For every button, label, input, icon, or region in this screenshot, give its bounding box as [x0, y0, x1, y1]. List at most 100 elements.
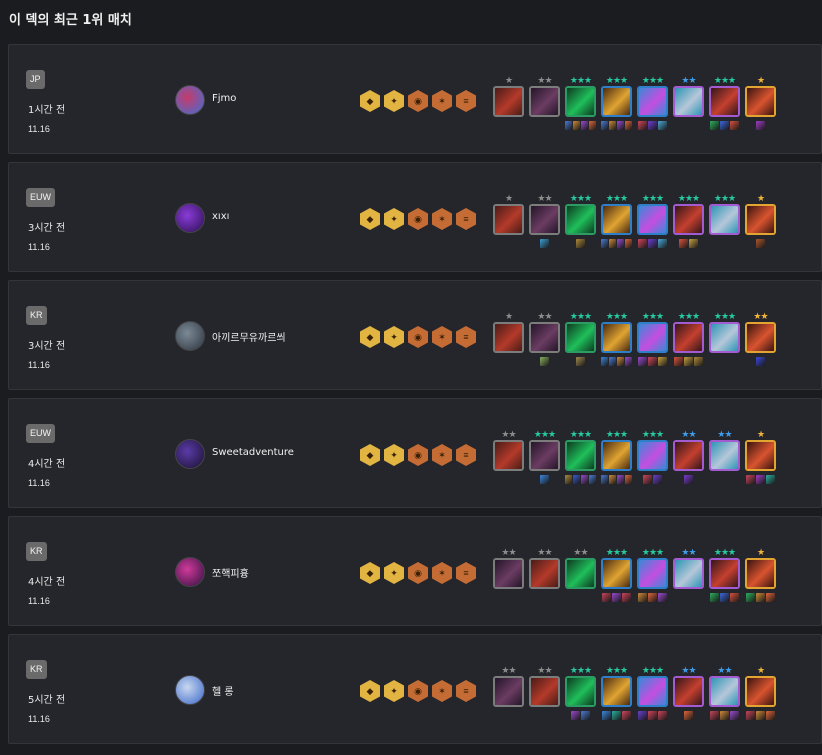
unit[interactable]: ★ — [745, 665, 776, 737]
item-icon[interactable] — [658, 593, 667, 602]
unit[interactable]: ★★ — [493, 547, 524, 619]
item-icon[interactable] — [694, 357, 703, 366]
item-icon[interactable] — [684, 357, 693, 366]
item-icon[interactable] — [756, 475, 765, 484]
match-row[interactable]: KR 3시간 전 11.16 아끼르무유까르씌 ◆ ✦ ◉ ✶ ≡ ★ ★★ ★★★ ★★★ ★★★ ★★★… — [8, 280, 822, 390]
unit[interactable]: ★★★ — [637, 193, 668, 265]
champion-portrait[interactable] — [709, 676, 740, 707]
champion-portrait[interactable] — [601, 558, 632, 589]
item-icon[interactable] — [612, 711, 621, 720]
item-icon[interactable] — [625, 357, 632, 366]
unit[interactable]: ★★★ — [673, 311, 704, 383]
champion-portrait[interactable] — [529, 440, 560, 471]
item-icon[interactable] — [625, 239, 632, 248]
item-icon[interactable] — [746, 475, 755, 484]
item-icon[interactable] — [756, 239, 765, 248]
item-icon[interactable] — [756, 357, 765, 366]
player-name[interactable]: 쪼핵피흉 — [212, 565, 249, 580]
item-icon[interactable] — [648, 711, 657, 720]
champion-portrait[interactable] — [529, 676, 560, 707]
champion-portrait[interactable] — [493, 204, 524, 235]
champion-portrait[interactable] — [529, 322, 560, 353]
unit[interactable]: ★★ — [673, 547, 704, 619]
item-icon[interactable] — [565, 121, 572, 130]
item-icon[interactable] — [689, 239, 698, 248]
unit[interactable]: ★★ — [529, 547, 560, 619]
champion-portrait[interactable] — [745, 676, 776, 707]
item-icon[interactable] — [756, 593, 765, 602]
unit[interactable]: ★★★ — [565, 75, 596, 147]
unit[interactable]: ★★★ — [709, 75, 740, 147]
item-icon[interactable] — [658, 357, 667, 366]
item-icon[interactable] — [730, 711, 739, 720]
item-icon[interactable] — [766, 711, 775, 720]
item-icon[interactable] — [658, 121, 667, 130]
item-icon[interactable] — [679, 239, 688, 248]
player-name[interactable]: 아끼르무유까르씌 — [212, 329, 286, 344]
unit[interactable]: ★★★ — [565, 193, 596, 265]
unit[interactable]: ★★★ — [709, 547, 740, 619]
item-icon[interactable] — [617, 475, 624, 484]
unit[interactable]: ★★★ — [709, 193, 740, 265]
champion-portrait[interactable] — [673, 676, 704, 707]
champion-portrait[interactable] — [529, 204, 560, 235]
champion-portrait[interactable] — [709, 204, 740, 235]
champion-portrait[interactable] — [673, 86, 704, 117]
item-icon[interactable] — [658, 711, 667, 720]
item-icon[interactable] — [710, 121, 719, 130]
item-icon[interactable] — [730, 121, 739, 130]
unit[interactable]: ★★★ — [601, 193, 632, 265]
unit[interactable]: ★★★ — [637, 665, 668, 737]
unit[interactable]: ★★★ — [565, 429, 596, 501]
item-icon[interactable] — [638, 239, 647, 248]
champion-portrait[interactable] — [601, 322, 632, 353]
item-icon[interactable] — [648, 121, 657, 130]
player-avatar[interactable] — [175, 85, 205, 115]
item-icon[interactable] — [622, 711, 631, 720]
player-name[interactable]: 헬 롱 — [212, 683, 234, 698]
item-icon[interactable] — [638, 357, 647, 366]
champion-portrait[interactable] — [493, 440, 524, 471]
item-icon[interactable] — [576, 239, 585, 248]
champion-portrait[interactable] — [709, 440, 740, 471]
item-icon[interactable] — [609, 239, 616, 248]
champion-portrait[interactable] — [709, 322, 740, 353]
unit[interactable]: ★★ — [493, 429, 524, 501]
item-icon[interactable] — [625, 475, 632, 484]
item-icon[interactable] — [617, 357, 624, 366]
champion-portrait[interactable] — [565, 676, 596, 707]
item-icon[interactable] — [730, 593, 739, 602]
unit[interactable]: ★ — [745, 193, 776, 265]
item-icon[interactable] — [581, 711, 590, 720]
item-icon[interactable] — [638, 121, 647, 130]
unit[interactable]: ★★★ — [709, 311, 740, 383]
item-icon[interactable] — [617, 121, 624, 130]
item-icon[interactable] — [540, 239, 549, 248]
unit[interactable]: ★ — [745, 429, 776, 501]
item-icon[interactable] — [720, 711, 729, 720]
champion-portrait[interactable] — [601, 204, 632, 235]
item-icon[interactable] — [643, 475, 652, 484]
item-icon[interactable] — [609, 357, 616, 366]
champion-portrait[interactable] — [673, 204, 704, 235]
player-name[interactable]: Sweetadventure — [212, 447, 294, 458]
champion-portrait[interactable] — [601, 86, 632, 117]
champion-portrait[interactable] — [673, 440, 704, 471]
item-icon[interactable] — [589, 121, 596, 130]
champion-portrait[interactable] — [745, 440, 776, 471]
unit[interactable]: ★★★ — [601, 311, 632, 383]
champion-portrait[interactable] — [529, 558, 560, 589]
item-icon[interactable] — [612, 593, 621, 602]
item-icon[interactable] — [648, 239, 657, 248]
champion-portrait[interactable] — [601, 676, 632, 707]
champion-portrait[interactable] — [493, 322, 524, 353]
champion-portrait[interactable] — [565, 86, 596, 117]
unit[interactable]: ★ — [493, 193, 524, 265]
unit[interactable]: ★ — [493, 75, 524, 147]
champion-portrait[interactable] — [565, 440, 596, 471]
unit[interactable]: ★ — [493, 311, 524, 383]
item-icon[interactable] — [674, 357, 683, 366]
champion-portrait[interactable] — [637, 86, 668, 117]
champion-portrait[interactable] — [709, 86, 740, 117]
champion-portrait[interactable] — [529, 86, 560, 117]
